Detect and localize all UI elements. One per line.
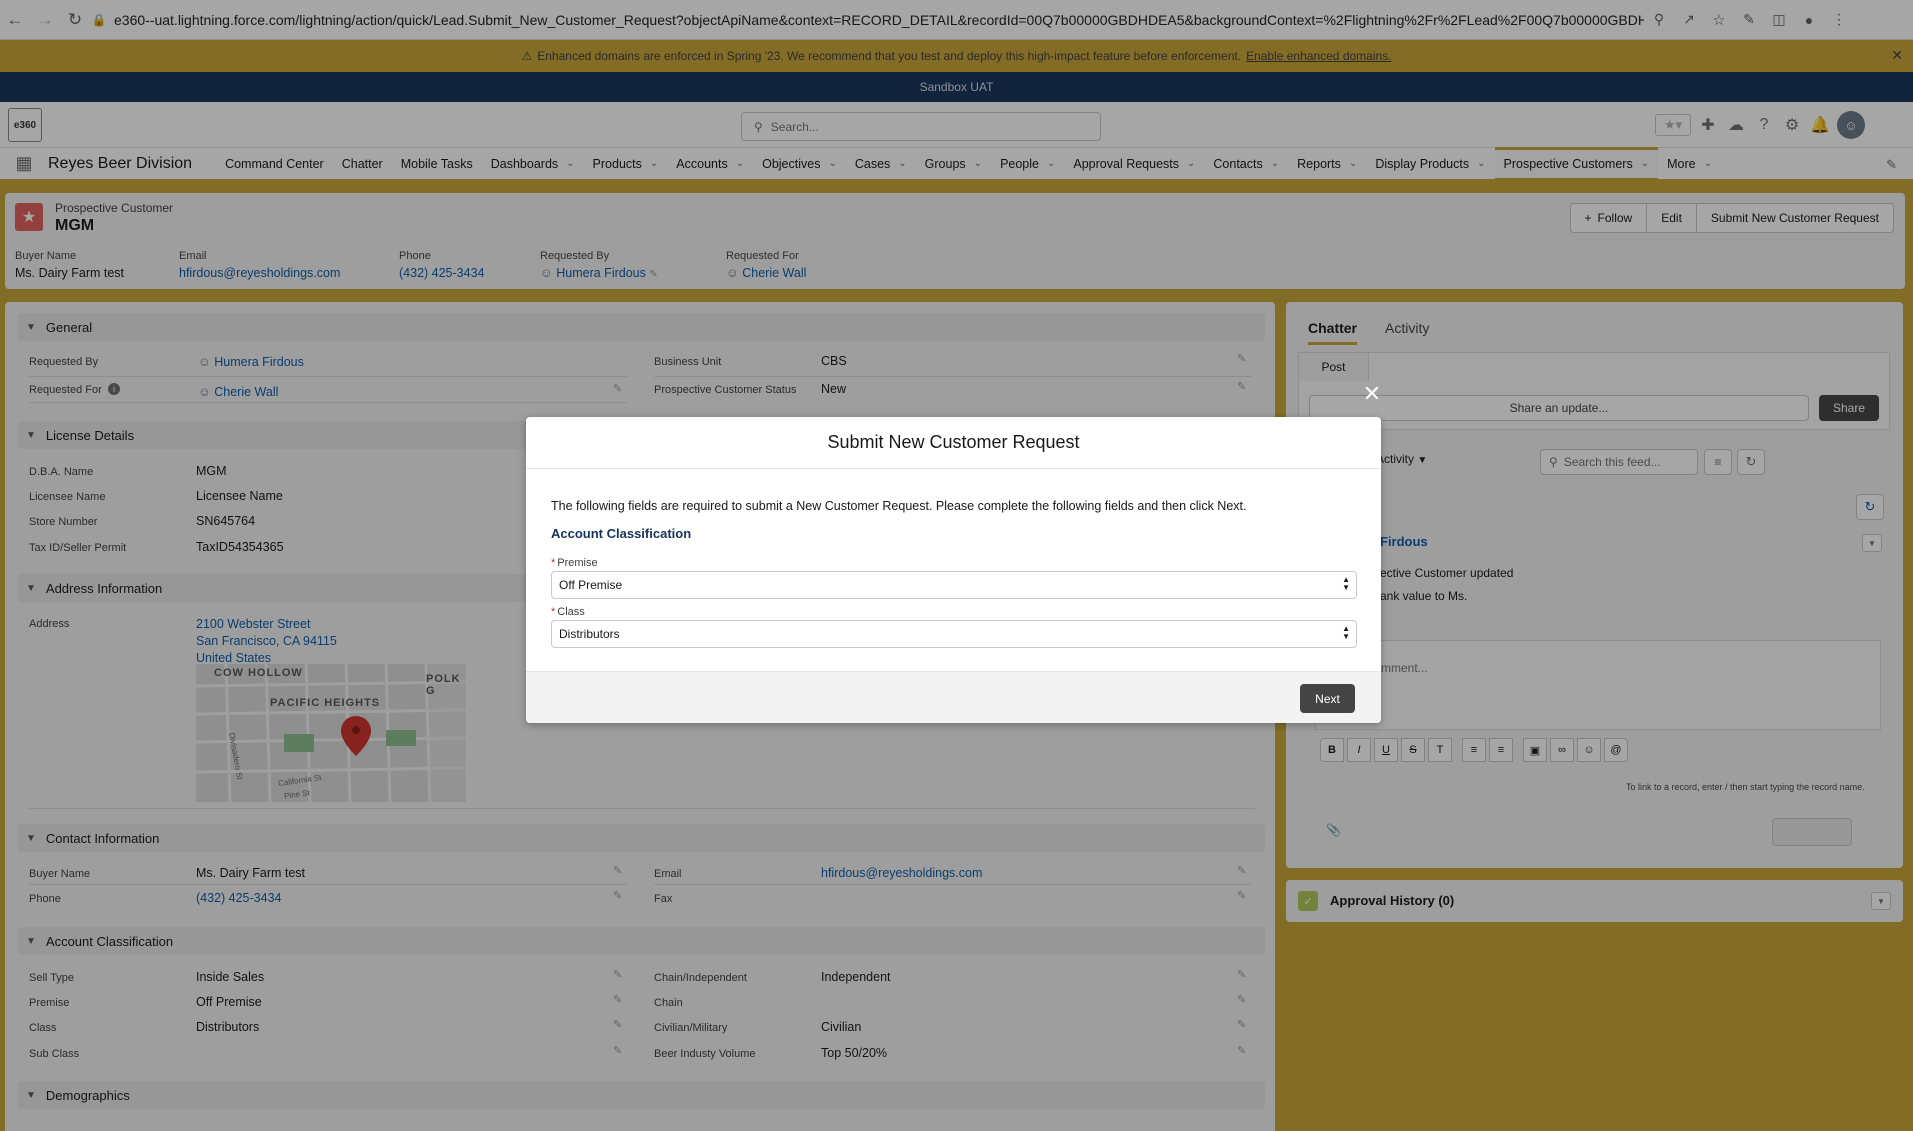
- select-arrows-icon: ▲ ▼: [1342, 575, 1350, 592]
- select-arrows-icon: ▲ ▼: [1342, 624, 1350, 641]
- next-button[interactable]: Next: [1300, 684, 1355, 713]
- class-select[interactable]: Distributors ▲ ▼: [551, 620, 1357, 648]
- premise-label-text: Premise: [557, 557, 598, 569]
- class-selected-value: Distributors: [559, 627, 620, 641]
- submit-new-customer-request-modal: Submit New Customer Request The followin…: [526, 417, 1381, 723]
- modal-footer: Next: [526, 671, 1381, 723]
- class-label: * Class: [551, 606, 585, 618]
- premise-selected-value: Off Premise: [559, 578, 623, 592]
- modal-section-heading: Account Classification: [551, 526, 692, 541]
- modal-title: Submit New Customer Request: [526, 417, 1381, 469]
- required-marker: *: [551, 557, 556, 569]
- required-marker: *: [551, 606, 556, 618]
- modal-instructions: The following fields are required to sub…: [551, 499, 1247, 513]
- class-label-text: Class: [557, 606, 585, 618]
- premise-select[interactable]: Off Premise ▲ ▼: [551, 571, 1357, 599]
- premise-label: * Premise: [551, 557, 598, 569]
- close-icon[interactable]: ✕: [1361, 381, 1383, 406]
